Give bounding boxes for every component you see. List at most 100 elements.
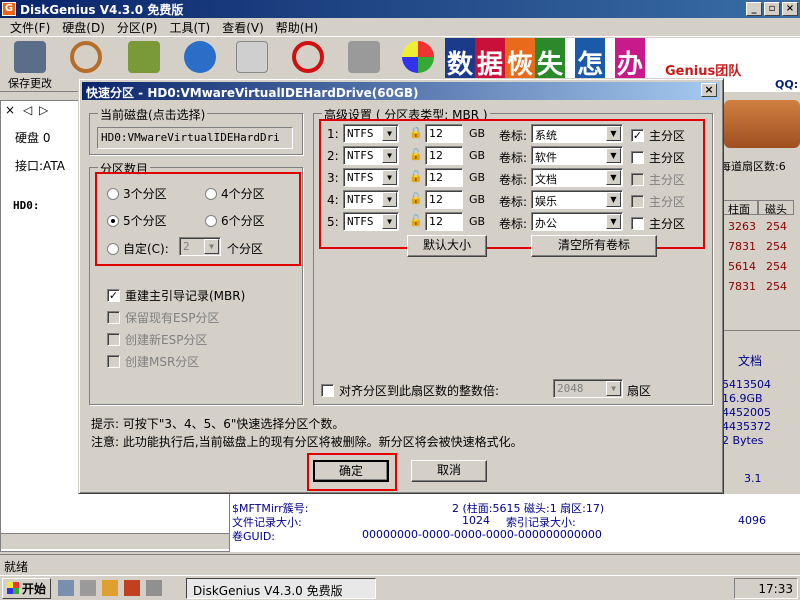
nav-left-icon[interactable]: ◁ [23, 103, 32, 117]
nav-right-icon[interactable]: ▷ [39, 103, 48, 117]
size-unit: GB [469, 127, 486, 140]
volume-guid-label: 卷GUID: [232, 530, 275, 543]
unlock-icon[interactable]: 🔓 [409, 170, 423, 184]
partition-size-input[interactable]: 12 [425, 212, 463, 231]
horizontal-scrollbar[interactable] [1, 533, 229, 549]
volume-label-caption: 卷标: [499, 217, 528, 231]
panel-close-icon[interactable]: × [5, 103, 15, 117]
menu-tools[interactable]: 工具(T) [164, 19, 217, 36]
clear-labels-button[interactable]: 清空所有卷标 [531, 235, 657, 257]
primary-partition-checkbox[interactable]: 主分区 [631, 215, 685, 232]
primary-partition-checkbox[interactable]: 主分区 [631, 193, 685, 210]
disk-label: 硬盘 0 [15, 131, 51, 145]
app-titlebar: G DiskGenius V4.3.0 免费版 _ ▫ × [0, 0, 800, 18]
default-size-button[interactable]: 默认大小 [407, 235, 487, 257]
dialog-close-button[interactable]: × [701, 83, 717, 97]
cancel-button[interactable]: 取消 [411, 460, 487, 482]
menu-help[interactable]: 帮助(H) [270, 19, 324, 36]
volume-label-caption: 卷标: [499, 151, 528, 165]
quicklaunch-icon[interactable] [80, 580, 96, 596]
filesystem-select[interactable]: NTFS ▼ [343, 146, 399, 165]
size-unit: GB [469, 171, 486, 184]
chevron-down-icon: ▼ [606, 192, 621, 207]
rebuild-mbr-checkbox[interactable]: ✓ 重建主引导记录(MBR) [107, 287, 245, 304]
create-msr-checkbox[interactable]: 创建MSR分区 [107, 353, 199, 370]
hint-text: 提示: 可按下"3、4、5、6"快速选择分区个数。 [91, 417, 345, 431]
quicklaunch-icon[interactable] [58, 580, 74, 596]
sectors-per-track-label: 每道扇区数:6 [720, 160, 786, 173]
radio-custom[interactable]: 自定(C): [107, 240, 169, 257]
unlock-icon[interactable]: 🔓 [409, 192, 423, 206]
disk-icon [236, 41, 268, 73]
dialog-titlebar: 快速分区 - HD0:VMwareVirtualIDEHardDrive(60G… [82, 82, 720, 100]
menu-file[interactable]: 文件(F) [4, 19, 56, 36]
info-value: 2 Bytes [722, 434, 764, 447]
keep-esp-checkbox[interactable]: 保留现有ESP分区 [107, 309, 219, 326]
quicklaunch-icon[interactable] [102, 580, 118, 596]
minimize-button[interactable]: _ [746, 2, 762, 16]
save-changes-button[interactable]: 保存更改 [6, 39, 54, 91]
cell-cylinder: 7831 [728, 240, 756, 253]
filesystem-select[interactable]: NTFS ▼ [343, 190, 399, 209]
current-disk-selector[interactable]: HD0:VMwareVirtualIDEHardDri [97, 127, 293, 149]
primary-partition-checkbox[interactable]: 主分区 [631, 149, 685, 166]
taskbar-item-diskgenius[interactable]: DiskGenius V4.3.0 免费版 [186, 578, 376, 599]
start-button[interactable]: 开始 [2, 577, 52, 599]
volume-label-caption: 卷标: [499, 195, 528, 209]
align-sectors-select[interactable]: 2048 ▼ [553, 379, 623, 398]
primary-partition-checkbox[interactable]: ✓ 主分区 [631, 127, 685, 144]
cell-head: 254 [766, 240, 787, 253]
filesystem-select[interactable]: NTFS ▼ [343, 212, 399, 231]
close-button[interactable]: × [782, 2, 798, 16]
filesystem-select[interactable]: NTFS ▼ [343, 124, 399, 143]
partition-size-input[interactable]: 12 [425, 124, 463, 143]
volume-label-select[interactable]: 办公 ▼ [531, 212, 623, 231]
restore-button[interactable]: ▫ [764, 2, 780, 16]
lock-icon[interactable]: 🔒 [409, 126, 423, 140]
column-header-cylinder[interactable]: 柱面 [720, 200, 758, 216]
radio-3-partitions[interactable]: 3个分区 [107, 185, 167, 202]
create-esp-checkbox[interactable]: 创建新ESP分区 [107, 331, 207, 348]
partition-size-input[interactable]: 12 [425, 168, 463, 187]
partition-index: 4: [327, 193, 339, 207]
cell-cylinder: 7831 [728, 280, 756, 293]
volume-label-select[interactable]: 软件 ▼ [531, 146, 623, 165]
radio-5-partitions[interactable]: 5个分区 [107, 212, 167, 229]
chevron-down-icon: ▼ [606, 170, 621, 185]
volume-label-select[interactable]: 文档 ▼ [531, 168, 623, 187]
volume-label-select[interactable]: 系统 ▼ [531, 124, 623, 143]
primary-partition-checkbox[interactable]: 主分区 [631, 171, 685, 188]
menu-partition[interactable]: 分区(P) [111, 19, 164, 36]
column-header-head[interactable]: 磁头 [758, 200, 794, 216]
volume-label-caption: 卷标: [499, 129, 528, 143]
tree-root-hd0[interactable]: HD0: [13, 199, 40, 212]
info-value: 16.9GB [722, 392, 763, 405]
radio-6-partitions[interactable]: 6个分区 [205, 212, 265, 229]
partition-size-input[interactable]: 12 [425, 190, 463, 209]
volume-label-select[interactable]: 娱乐 ▼ [531, 190, 623, 209]
right-info-panel: 每道扇区数:6 柱面 磁头 3263 254 7831 254 5614 254… [720, 100, 800, 550]
chevron-down-icon: ▼ [382, 148, 397, 163]
align-unit: 扇区 [627, 384, 652, 398]
chevron-down-icon: ▼ [382, 214, 397, 229]
delete-icon [292, 41, 324, 73]
note-text: 注意: 此功能执行后,当前磁盘上的现有分区将被删除。新分区将会被快速格式化。 [91, 435, 523, 449]
chevron-down-icon: ▼ [382, 170, 397, 185]
quicklaunch-icon[interactable] [124, 580, 140, 596]
banner-text: Genius团队 [665, 64, 742, 79]
menu-view[interactable]: 查看(V) [216, 19, 270, 36]
banner-qq: QQ: [775, 78, 799, 91]
partition-size-input[interactable]: 12 [425, 146, 463, 165]
custom-count-select[interactable]: 2 ▼ [179, 237, 221, 256]
info-value: 4435372 [722, 420, 771, 433]
unlock-icon[interactable]: 🔓 [409, 214, 423, 228]
quicklaunch-icon[interactable] [146, 580, 162, 596]
grid-hscrollbar[interactable] [720, 330, 800, 344]
align-checkbox[interactable]: 对齐分区到此扇区数的整数倍: [321, 382, 499, 399]
unlock-icon[interactable]: 🔓 [409, 148, 423, 162]
filesystem-select[interactable]: NTFS ▼ [343, 168, 399, 187]
radio-4-partitions[interactable]: 4个分区 [205, 185, 265, 202]
menu-disk[interactable]: 硬盘(D) [56, 19, 111, 36]
ok-button[interactable]: 确定 [313, 460, 389, 482]
info-value: 5413504 [722, 378, 771, 391]
